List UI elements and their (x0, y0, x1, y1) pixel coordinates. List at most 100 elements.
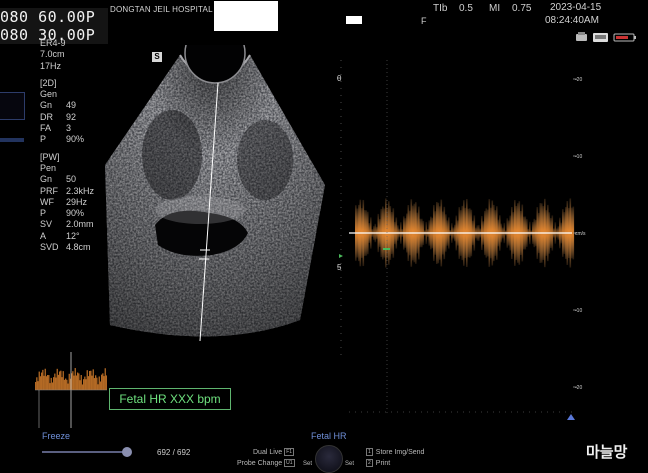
cine-slider-track[interactable] (42, 451, 128, 453)
mini-trace-column (37, 381, 39, 390)
mini-trace-column (39, 376, 42, 390)
mini-trace-column (41, 372, 43, 390)
watermark: 마늘망 (586, 443, 628, 461)
mini-trace-column (53, 377, 55, 390)
mini-trace-column (77, 372, 79, 390)
print-button[interactable]: 2 Print (366, 459, 390, 467)
dual-live-button[interactable]: Dual Live F1 (253, 448, 295, 456)
mini-trace-column (56, 368, 58, 390)
mini-trace-column (48, 375, 50, 390)
mini-trace-column (93, 378, 96, 390)
redaction-box-small (346, 16, 362, 24)
depth-tick: 0 (337, 74, 342, 83)
trace-thumbnail (35, 352, 107, 428)
mini-trace-column (50, 377, 52, 390)
mini-trace-column (91, 375, 93, 390)
mini-trace-column (36, 377, 38, 390)
mini-trace-column (55, 377, 57, 390)
velocity-tick-label: -20 (575, 77, 582, 83)
tib-value: 0.5 (459, 3, 473, 14)
exam-time: 08:24:40AM (545, 15, 599, 26)
tib-label: TIb (433, 3, 448, 14)
mini-trace-column (42, 369, 44, 390)
mini-trace-column (103, 376, 105, 390)
mini-trace-column (35, 382, 37, 390)
depth-scale: 0 5 (337, 60, 343, 360)
mini-trace-column (84, 376, 86, 390)
mini-trace-column (105, 375, 107, 390)
mini-trace-column (66, 379, 68, 390)
velocity-scale: -20 -10 cm/s -10 -20 (573, 77, 586, 391)
mini-trace-column (38, 371, 40, 390)
velocity-tick-label: -20 (575, 385, 582, 391)
left-side-tab[interactable] (0, 92, 25, 120)
mini-trace-column (98, 376, 100, 390)
mini-trace-column (49, 383, 51, 390)
mini-trace-column (96, 377, 98, 390)
printer-icon (576, 32, 587, 41)
fetal-hr-mode-label[interactable]: Fetal HR (311, 431, 347, 441)
b-mode-image[interactable] (100, 45, 325, 345)
mini-trace-column (60, 370, 62, 390)
hospital-name: DONGTAN JEIL HOSPITAL (110, 5, 213, 14)
mini-trace-column (43, 375, 45, 390)
mi-label: MI (489, 3, 501, 14)
status-icons (574, 32, 640, 43)
image-marker: S (152, 52, 162, 62)
doppler-spectrum[interactable]: -20 -10 cm/s -10 -20 (347, 60, 592, 420)
mini-trace-column (87, 376, 90, 390)
probe-change-button[interactable]: Probe Change U1 (237, 459, 295, 467)
mini-trace-column (57, 374, 60, 390)
mini-trace-column (54, 373, 56, 390)
mini-trace-column (99, 381, 102, 390)
mini-trace-column (79, 380, 81, 390)
mini-trace-column (65, 378, 67, 390)
mini-trace-column (104, 368, 106, 390)
redaction-box (214, 1, 278, 31)
mini-trace-column (68, 373, 70, 390)
velocity-tick-label: -10 (575, 308, 582, 314)
fetal-hr-label: Fetal HR XXX bpm (109, 388, 231, 410)
mi-value: 0.75 (512, 3, 532, 14)
mini-trace-column (51, 382, 54, 390)
store-send-button[interactable]: 1 Store Img/Send (366, 448, 424, 456)
mini-trace-column (61, 377, 63, 390)
set-knob[interactable] (315, 445, 343, 473)
mini-trace-column (62, 371, 64, 390)
mini-trace-column (59, 371, 61, 390)
stamp-line-1: 080 60.00P (0, 8, 96, 26)
set-left-label: Set (303, 461, 313, 467)
depth-tick: 5 (337, 263, 342, 272)
mini-trace-column (92, 369, 94, 390)
mini-trace-column (85, 379, 87, 390)
mini-trace-column (73, 375, 75, 390)
mini-trace-column (89, 370, 91, 390)
frame-counter: 692 / 692 (157, 448, 191, 457)
mini-trace-column (44, 368, 46, 390)
frequency-label: F (421, 16, 427, 26)
mini-trace-column (78, 373, 80, 390)
mini-trace-column (80, 375, 82, 390)
mini-trace-column (101, 374, 103, 390)
mini-trace-column (45, 376, 48, 390)
velocity-tick-label: -10 (575, 154, 582, 160)
mini-trace-column (47, 374, 49, 390)
mini-trace-column (72, 371, 74, 390)
mini-trace-column (74, 368, 76, 390)
network-icon (593, 33, 608, 42)
left-side-bar (0, 138, 24, 142)
mini-trace-column (63, 379, 66, 390)
mini-trace-column (102, 373, 104, 390)
mini-trace-column (67, 383, 69, 390)
battery-icon (613, 33, 636, 42)
freeze-label[interactable]: Freeze (42, 431, 70, 441)
mini-trace-column (95, 375, 97, 390)
mini-trace-column (83, 379, 85, 390)
exam-date: 2023-04-15 (550, 2, 602, 13)
mini-trace-column (97, 384, 99, 390)
mini-trace-column (81, 384, 84, 390)
velocity-tick-label: cm/s (575, 231, 586, 237)
mini-trace-column (75, 375, 78, 390)
cine-slider-handle[interactable] (122, 447, 132, 457)
mini-trace-column (90, 370, 92, 390)
